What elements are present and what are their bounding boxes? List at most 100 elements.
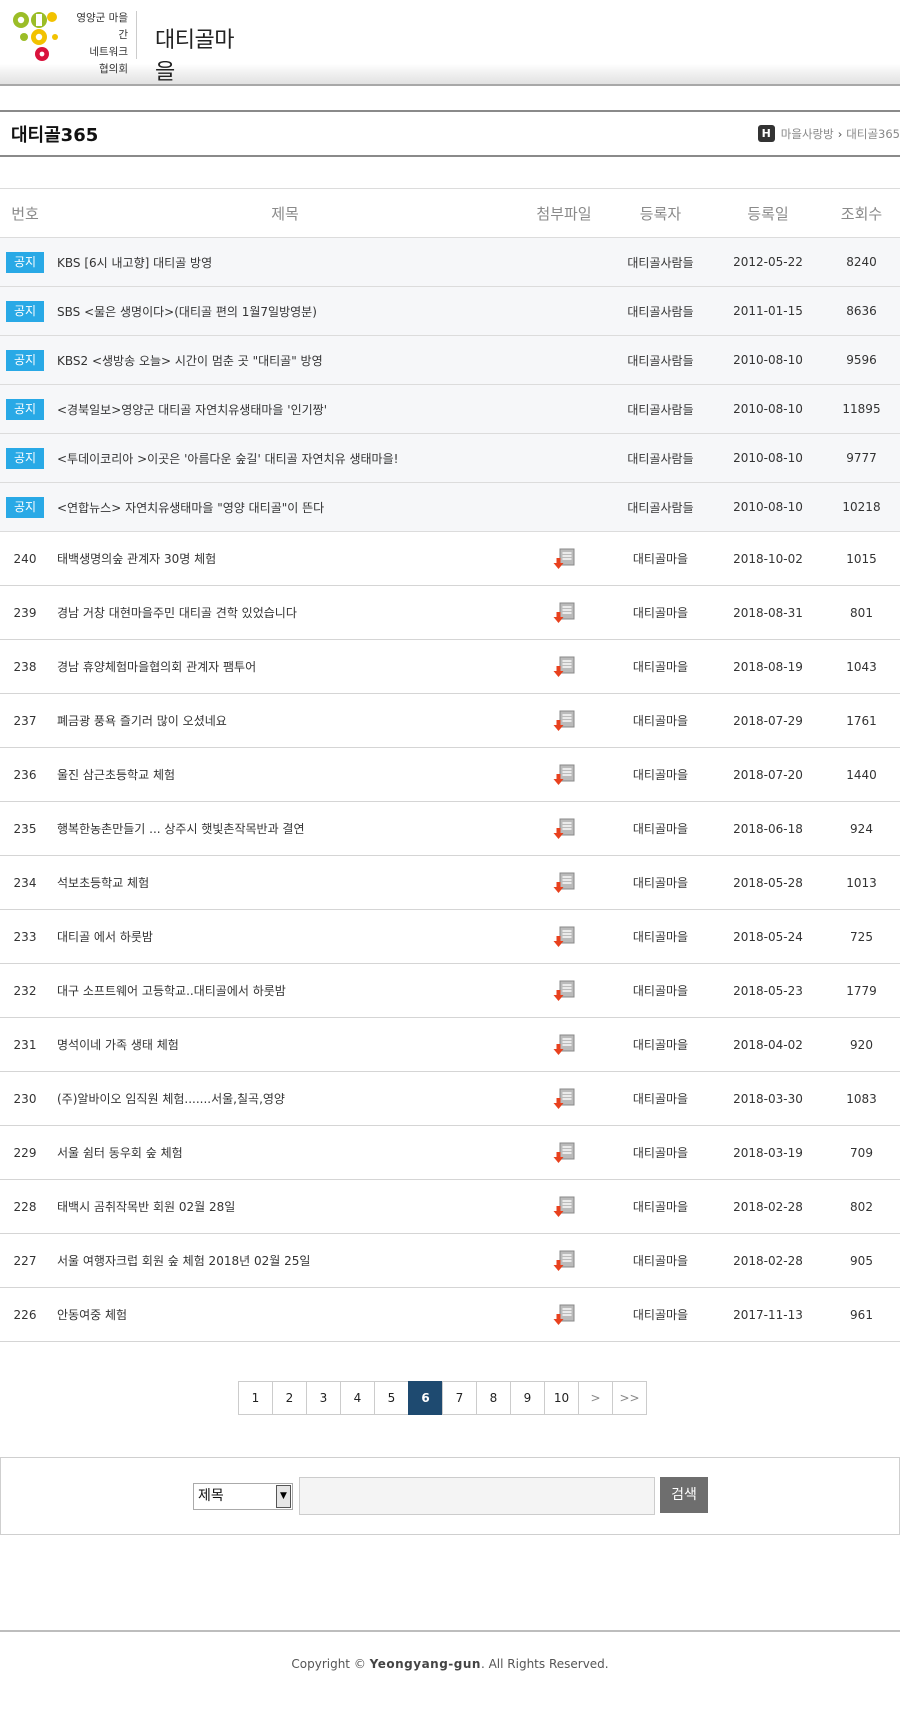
post-title-link[interactable]: 울진 삼근초등학교 체험 bbox=[50, 747, 520, 802]
table-row[interactable]: 240 태백생명의숲 관계자 30명 체험 대티골마을 2018-10-02 1015 bbox=[0, 531, 900, 586]
table-row[interactable]: 228 태백시 곰취작목반 회원 02월 28일 대티골마을 2018-02-28 80… bbox=[0, 1179, 900, 1234]
views-cell: 1015 bbox=[823, 531, 900, 586]
notice-title-link[interactable]: KBS2 <생방송 오늘> 시간이 멈춘 곳 "대티골" 방영 bbox=[50, 335, 520, 385]
post-title-link[interactable]: 폐금광 풍욕 즐기러 많이 오셨네요 bbox=[50, 693, 520, 748]
table-row[interactable]: 231 명석이네 가족 생태 체험 대티골마을 2018-04-02 920 bbox=[0, 1017, 900, 1072]
table-row[interactable]: 230 (주)알바이오 임직원 체험.......서울,칠곡,영양 대티골마을 201… bbox=[0, 1071, 900, 1126]
views-cell: 725 bbox=[823, 909, 900, 964]
post-title-link[interactable]: 대구 소프트웨어 고등학교..대티골에서 하룻밤 bbox=[50, 963, 520, 1018]
number-cell: 236 bbox=[0, 747, 50, 802]
file-download-icon[interactable] bbox=[552, 1033, 576, 1057]
home-icon[interactable]: H bbox=[757, 125, 775, 142]
date-cell: 2011-01-15 bbox=[713, 286, 823, 336]
attachment-cell bbox=[520, 693, 608, 748]
next-page-button[interactable]: > bbox=[578, 1381, 613, 1415]
logo-icon bbox=[13, 12, 58, 61]
post-title-link[interactable]: 석보초등학교 체험 bbox=[50, 855, 520, 910]
file-download-icon[interactable] bbox=[552, 1249, 576, 1273]
site-logo[interactable]: 영양군 마을 간 네트워크 협의회 대티골마을 bbox=[10, 6, 250, 85]
file-download-icon[interactable] bbox=[552, 655, 576, 679]
table-row[interactable]: 237 폐금광 풍욕 즐기러 많이 오셨네요 대티골마을 2018-07-29 1761 bbox=[0, 693, 900, 748]
notice-row[interactable]: 공지 <투데이코리아 >이곳은 '아름다운 숲길' 대티골 자연치유 생태마을! 대… bbox=[0, 433, 900, 483]
search-button[interactable]: 검색 bbox=[660, 1477, 708, 1513]
dropdown-arrow-icon[interactable]: ▼ bbox=[276, 1485, 291, 1508]
views-cell: 801 bbox=[823, 585, 900, 640]
views-cell: 11895 bbox=[823, 384, 900, 434]
table-row[interactable]: 232 대구 소프트웨어 고등학교..대티골에서 하룻밤 대티골마을 2018-05-… bbox=[0, 963, 900, 1018]
post-title-link[interactable]: 태백생명의숲 관계자 30명 체험 bbox=[50, 531, 520, 586]
page-7-button[interactable]: 7 bbox=[442, 1381, 477, 1415]
post-title-link[interactable]: 대티골 에서 하룻밤 bbox=[50, 909, 520, 964]
notice-row[interactable]: 공지 KBS [6시 내고향] 대티골 방영 대티골사람들 2012-05-22 824… bbox=[0, 237, 900, 287]
page-6-button[interactable]: 6 bbox=[408, 1381, 443, 1415]
page-5-button[interactable]: 5 bbox=[374, 1381, 409, 1415]
file-download-icon[interactable] bbox=[552, 871, 576, 895]
page-9-button[interactable]: 9 bbox=[510, 1381, 545, 1415]
page-3-button[interactable]: 3 bbox=[306, 1381, 341, 1415]
author-cell: 대티골사람들 bbox=[608, 433, 713, 483]
table-row[interactable]: 239 경남 거창 대현마을주민 대티골 견학 있었습니다 대티골마을 2018-08… bbox=[0, 585, 900, 640]
page-8-button[interactable]: 8 bbox=[476, 1381, 511, 1415]
breadcrumb-item[interactable]: 대티골365 bbox=[846, 126, 900, 142]
table-row[interactable]: 229 서울 쉼터 동우회 숲 체험 대티골마을 2018-03-19 709 bbox=[0, 1125, 900, 1180]
post-title-link[interactable]: 태백시 곰취작목반 회원 02월 28일 bbox=[50, 1179, 520, 1234]
table-row[interactable]: 234 석보초등학교 체험 대티골마을 2018-05-28 1013 bbox=[0, 855, 900, 910]
notice-row[interactable]: 공지 <경북일보>영양군 대티골 자연치유생태마을 '인기짱' 대티골사람들 2010… bbox=[0, 384, 900, 434]
views-cell: 961 bbox=[823, 1287, 900, 1342]
column-header-date: 등록일 bbox=[713, 188, 823, 238]
attachment-cell bbox=[520, 801, 608, 856]
post-title-link[interactable]: (주)알바이오 임직원 체험.......서울,칠곡,영양 bbox=[50, 1071, 520, 1126]
post-title-link[interactable]: 안동여중 체험 bbox=[50, 1287, 520, 1342]
table-row[interactable]: 236 울진 삼근초등학교 체험 대티골마을 2018-07-20 1440 bbox=[0, 747, 900, 802]
file-download-icon[interactable] bbox=[552, 547, 576, 571]
post-title-link[interactable]: 경남 거창 대현마을주민 대티골 견학 있었습니다 bbox=[50, 585, 520, 640]
page-4-button[interactable]: 4 bbox=[340, 1381, 375, 1415]
notice-title-link[interactable]: <투데이코리아 >이곳은 '아름다운 숲길' 대티골 자연치유 생태마을! bbox=[50, 433, 520, 483]
page-1-button[interactable]: 1 bbox=[238, 1381, 273, 1415]
notice-title-link[interactable]: <연합뉴스> 자연치유생태마을 "영양 대티골"이 뜬다 bbox=[50, 482, 520, 532]
notice-title-link[interactable]: SBS <물은 생명이다>(대티골 편의 1월7일방영분) bbox=[50, 286, 520, 336]
table-row[interactable]: 238 경남 휴양체험마을협의회 관계자 팸투어 대티골마을 2018-08-19 10… bbox=[0, 639, 900, 694]
views-cell: 802 bbox=[823, 1179, 900, 1234]
table-row[interactable]: 227 서울 여행자크럽 회원 숲 체험 2018년 02월 25일 대티골마을 20… bbox=[0, 1233, 900, 1288]
breadcrumb-item[interactable]: 마을사랑방 bbox=[781, 126, 834, 142]
search-input[interactable] bbox=[299, 1477, 655, 1515]
author-cell: 대티골사람들 bbox=[608, 286, 713, 336]
notice-row[interactable]: 공지 <연합뉴스> 자연치유생태마을 "영양 대티골"이 뜬다 대티골사람들 2010… bbox=[0, 482, 900, 532]
attachment-cell bbox=[520, 335, 608, 385]
post-title-link[interactable]: 서울 쉼터 동우회 숲 체험 bbox=[50, 1125, 520, 1180]
post-title-link[interactable]: 서울 여행자크럽 회원 숲 체험 2018년 02월 25일 bbox=[50, 1233, 520, 1288]
file-download-icon[interactable] bbox=[552, 1087, 576, 1111]
file-download-icon[interactable] bbox=[552, 1195, 576, 1219]
page-2-button[interactable]: 2 bbox=[272, 1381, 307, 1415]
file-download-icon[interactable] bbox=[552, 1303, 576, 1327]
author-cell: 대티골마을 bbox=[608, 1071, 713, 1126]
file-download-icon[interactable] bbox=[552, 1141, 576, 1165]
table-row[interactable]: 235 행복한농촌만들기 ... 상주시 햇빛촌작목반과 결연 대티골마을 2018-… bbox=[0, 801, 900, 856]
last-page-button[interactable]: >> bbox=[612, 1381, 647, 1415]
notice-row[interactable]: 공지 SBS <물은 생명이다>(대티골 편의 1월7일방영분) 대티골사람들 201… bbox=[0, 286, 900, 336]
file-download-icon[interactable] bbox=[552, 817, 576, 841]
file-download-icon[interactable] bbox=[552, 925, 576, 949]
post-title-link[interactable]: 행복한농촌만들기 ... 상주시 햇빛촌작목반과 결연 bbox=[50, 801, 520, 856]
logo-divider bbox=[136, 11, 137, 59]
number-cell: 228 bbox=[0, 1179, 50, 1234]
file-download-icon[interactable] bbox=[552, 709, 576, 733]
notice-title-link[interactable]: <경북일보>영양군 대티골 자연치유생태마을 '인기짱' bbox=[50, 384, 520, 434]
file-download-icon[interactable] bbox=[552, 763, 576, 787]
post-title-link[interactable]: 경남 휴양체험마을협의회 관계자 팸투어 bbox=[50, 639, 520, 694]
number-cell: 232 bbox=[0, 963, 50, 1018]
attachment-cell bbox=[520, 482, 608, 532]
author-cell: 대티골마을 bbox=[608, 693, 713, 748]
number-cell: 226 bbox=[0, 1287, 50, 1342]
file-download-icon[interactable] bbox=[552, 979, 576, 1003]
table-row[interactable]: 226 안동여중 체험 대티골마을 2017-11-13 961 bbox=[0, 1287, 900, 1342]
table-row[interactable]: 233 대티골 에서 하룻밤 대티골마을 2018-05-24 725 bbox=[0, 909, 900, 964]
notice-row[interactable]: 공지 KBS2 <생방송 오늘> 시간이 멈춘 곳 "대티골" 방영 대티골사람들 2… bbox=[0, 335, 900, 385]
search-field-select[interactable]: 제목 ▼ bbox=[193, 1483, 293, 1510]
page-10-button[interactable]: 10 bbox=[544, 1381, 579, 1415]
post-title-link[interactable]: 명석이네 가족 생태 체험 bbox=[50, 1017, 520, 1072]
notice-title-link[interactable]: KBS [6시 내고향] 대티골 방영 bbox=[50, 237, 520, 287]
file-download-icon[interactable] bbox=[552, 601, 576, 625]
views-cell: 1083 bbox=[823, 1071, 900, 1126]
